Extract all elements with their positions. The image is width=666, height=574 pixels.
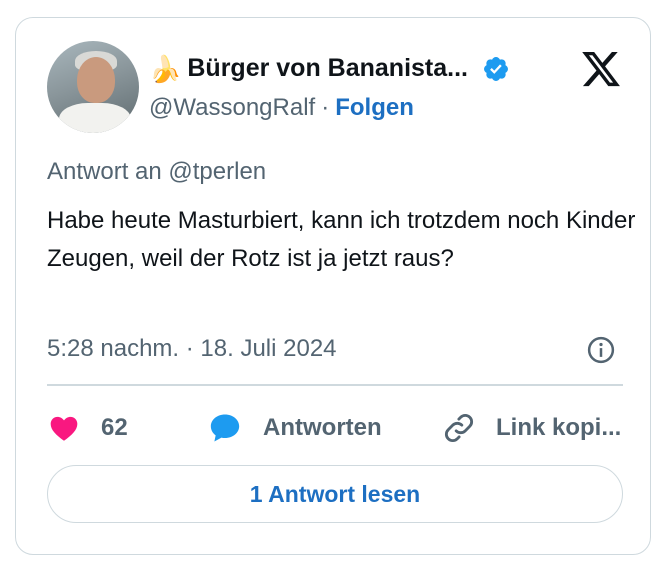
tweet-card: 🍌 Bürger von Bananista... @WassongRalf ·… <box>15 17 651 555</box>
info-icon[interactable] <box>586 335 616 365</box>
tweet-text: Habe heute Masturbiert, kann ich trotzde… <box>47 207 636 272</box>
tweet-timestamp[interactable]: 5:28 nachm. · 18. Juli 2024 <box>47 335 337 363</box>
verified-badge-icon <box>484 56 508 81</box>
author-handle-row: @WassongRalf · Folgen <box>149 94 414 122</box>
action-bar: 62 Antworten Link kopi... <box>47 408 623 448</box>
x-logo-icon[interactable] <box>580 48 622 90</box>
like-count: 62 <box>101 414 128 441</box>
read-replies-button[interactable]: 1 Antwort lesen <box>47 465 623 523</box>
copy-link-label: Link kopi... <box>496 414 622 441</box>
reply-label: Antworten <box>263 414 382 441</box>
speech-bubble-icon <box>210 414 240 442</box>
author-handle[interactable]: @WassongRalf <box>149 94 315 122</box>
avatar[interactable] <box>47 41 139 133</box>
copy-link-button[interactable]: Link kopi... <box>442 408 621 448</box>
heart-icon <box>50 416 78 441</box>
handle-separator: · <box>321 94 330 121</box>
avatar-shirt <box>59 103 131 133</box>
reply-to-label[interactable]: Antwort an @tperlen <box>47 158 266 186</box>
author-name-row[interactable]: 🍌 Bürger von Bananista... <box>149 54 510 83</box>
follow-button[interactable]: Folgen <box>335 94 414 122</box>
author-display-name[interactable]: Bürger von Bananista... <box>187 54 468 83</box>
avatar-face <box>77 57 115 103</box>
banana-emoji: 🍌 <box>149 53 182 84</box>
divider <box>47 384 623 386</box>
reply-button[interactable]: Antworten <box>207 408 382 448</box>
like-button[interactable]: 62 <box>47 408 128 448</box>
link-icon <box>445 414 473 442</box>
